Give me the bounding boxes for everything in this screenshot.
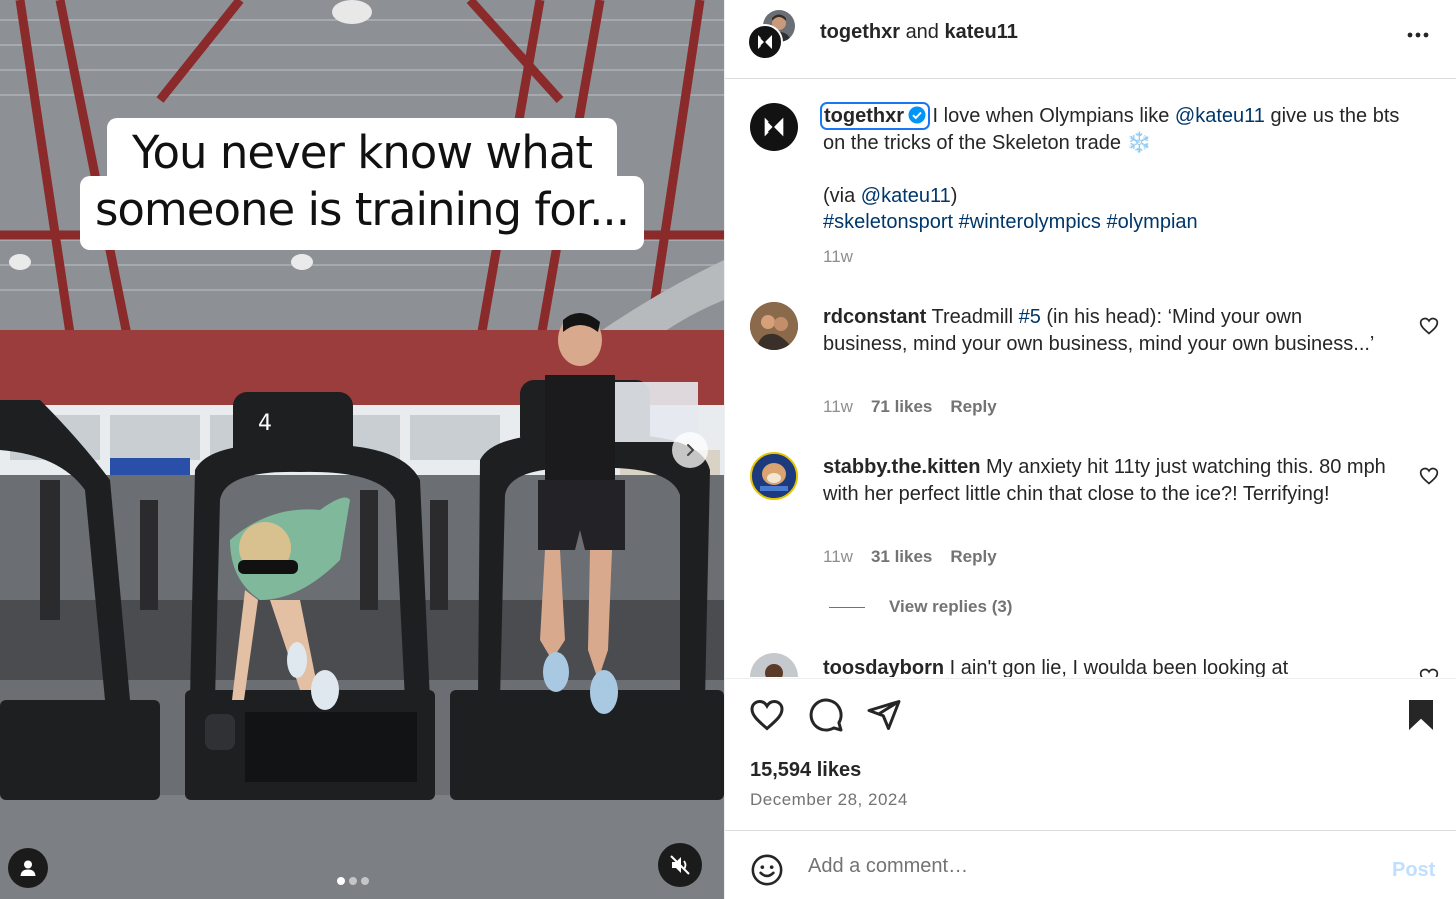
post-media[interactable]: 4 5 (0, 0, 724, 899)
caption-username-label: togethxr (824, 105, 904, 127)
comment-text: rdconstant Treadmill #5 (in his head): ‘… (823, 304, 1383, 357)
tagged-users-button[interactable] (8, 848, 48, 888)
comment-body: I ain't gon lie, I woulda been looking a… (944, 657, 1289, 677)
togethxr-logo-icon (758, 35, 772, 49)
commenter-photo (765, 664, 783, 677)
overlay-line-2: someone is training for... (94, 183, 630, 236)
caption-body-1: I love when Olympians like (927, 105, 1175, 127)
comment-text: stabby.the.kitten My anxiety hit 11ty ju… (823, 454, 1393, 507)
heart-icon[interactable] (749, 697, 785, 733)
instagram-post-view: 4 5 (0, 0, 1456, 899)
caption-via-mention[interactable]: @kateu11 (861, 185, 951, 207)
more-horizontal-icon (1407, 32, 1429, 38)
chevron-right-icon (687, 444, 694, 456)
header-username-1[interactable]: togethxr (820, 21, 900, 43)
commenter-photo (750, 302, 798, 350)
header-username-2[interactable]: kateu11 (945, 21, 1018, 43)
caption-username[interactable]: togethxr (820, 102, 930, 130)
comment-like-heart-icon[interactable] (1419, 667, 1439, 677)
commenter-avatar[interactable] (750, 452, 798, 500)
view-replies-label: View replies (3) (889, 597, 1013, 616)
comment-likes[interactable]: 31 likes (871, 547, 932, 567)
comment-username[interactable]: rdconstant (823, 306, 926, 328)
comment-like-heart-icon[interactable] (1419, 316, 1439, 336)
carousel-next-button[interactable] (672, 432, 708, 468)
replies-divider-line (829, 606, 865, 608)
comment-composer: Post (725, 830, 1456, 899)
muted-speaker-icon (670, 855, 690, 875)
caption-text: togethxr I love when Olympians like @kat… (820, 102, 1403, 236)
commenter-avatar[interactable] (750, 302, 798, 350)
caption-mention-1[interactable]: @kateu11 (1175, 105, 1265, 127)
comments-list[interactable]: togethxr I love when Olympians like @kat… (725, 80, 1456, 677)
share-icon[interactable] (866, 697, 902, 733)
comment-username[interactable]: stabby.the.kitten (823, 456, 980, 478)
carousel-indicator (337, 877, 369, 885)
comment-text: toosdayborn I ain't gon lie, I woulda be… (823, 655, 1393, 677)
post-date[interactable]: December 28, 2024 (750, 790, 908, 810)
caption-meta: 11w (823, 247, 853, 267)
post-header: togethxr and kateu11 (725, 0, 1456, 79)
likes-count[interactable]: 15,594 likes (750, 759, 861, 782)
commenter-avatar[interactable] (750, 653, 798, 677)
smiley-icon[interactable] (750, 853, 784, 887)
user-icon (20, 860, 36, 876)
carousel-dot-3 (361, 877, 369, 885)
post-details-panel: togethxr and kateu11 togethxr I love whe… (724, 0, 1456, 899)
bookmark-icon[interactable] (1403, 697, 1439, 733)
caption-via-suffix: ) (950, 184, 958, 207)
comment-hashtag[interactable]: #5 (1019, 306, 1041, 328)
comment-icon[interactable] (808, 697, 844, 733)
view-replies-button[interactable]: View replies (3) (829, 597, 1012, 617)
hashtag-skeletonsport[interactable]: #skeletonsport (823, 211, 953, 233)
verified-badge-icon (908, 106, 926, 124)
comment-timestamp[interactable]: 11w (823, 397, 853, 417)
header-and: and (905, 21, 939, 43)
more-options-button[interactable] (1405, 22, 1431, 54)
post-button[interactable]: Post (1392, 859, 1435, 882)
comment-meta: 11w 71 likes Reply (823, 397, 997, 417)
header-usernames: togethxr and kateu11 (820, 21, 1018, 44)
comment-body-1: Treadmill (926, 306, 1019, 328)
caption-via-prefix: (via (823, 184, 861, 207)
treadmill-number-4: 4 (258, 411, 272, 436)
comment-like-heart-icon[interactable] (1419, 466, 1439, 486)
video-overlay-text: You never know what someone is training … (80, 124, 644, 238)
caption-avatar[interactable] (750, 103, 798, 151)
comment-username[interactable]: toosdayborn (823, 657, 944, 677)
snowflake-emoji: ❄️ (1126, 131, 1152, 154)
hashtag-winterolympics[interactable]: #winterolympics (959, 211, 1101, 233)
overlay-line-1: You never know what (132, 126, 593, 179)
audio-toggle-button[interactable] (658, 843, 702, 887)
comment-timestamp[interactable]: 11w (823, 547, 853, 567)
comment-meta: 11w 31 likes Reply (823, 547, 997, 567)
post-actions: 15,594 likes December 28, 2024 (725, 678, 1456, 830)
carousel-dot-2 (349, 877, 357, 885)
comment-reply-button[interactable]: Reply (950, 397, 996, 417)
hashtag-olympian[interactable]: #olympian (1106, 211, 1197, 233)
togethxr-logo-icon (764, 117, 784, 137)
commenter-photo (752, 454, 796, 498)
carousel-dot-1 (337, 877, 345, 885)
comment-reply-button[interactable]: Reply (950, 547, 996, 567)
caption-timestamp[interactable]: 11w (823, 247, 853, 267)
brand-avatar[interactable] (747, 24, 783, 60)
comment-likes[interactable]: 71 likes (871, 397, 932, 417)
comment-input[interactable] (808, 851, 1368, 881)
